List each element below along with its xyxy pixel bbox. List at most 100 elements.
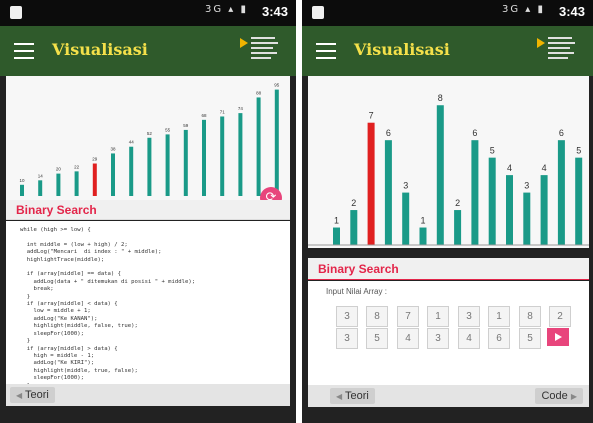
bar (220, 116, 225, 196)
hamburger-menu-icon[interactable] (316, 43, 336, 59)
bar-value-label: 71 (220, 109, 226, 114)
bar-value-label: 6 (472, 128, 477, 138)
bar (274, 89, 279, 196)
bar (165, 134, 170, 196)
bar (488, 157, 496, 245)
app-toolbar: Visualisasi (302, 26, 593, 76)
bar-value-label: 74 (238, 106, 244, 111)
bar-value-label: 5 (490, 146, 495, 156)
bar-value-label: 95 (274, 83, 280, 88)
bar (333, 227, 340, 245)
bar (384, 140, 392, 245)
array-value-input[interactable]: 3 (427, 328, 449, 349)
code-list-icon[interactable] (240, 36, 278, 64)
teori-button[interactable]: ◀ Teori (10, 387, 55, 403)
code-list-icon[interactable] (537, 36, 575, 64)
bar (506, 175, 513, 245)
bar-value-label: 55 (165, 127, 171, 132)
array-value-input[interactable]: 1 (488, 306, 510, 327)
section-title: Binary Search (6, 200, 290, 220)
bar (471, 140, 479, 245)
hamburger-menu-icon[interactable] (14, 43, 34, 59)
bottom-nav-bar: ◀ Teori (6, 384, 290, 406)
array-value-input[interactable]: 3 (458, 306, 480, 327)
right-phone-screen: 3G ▴ ▮ 3:43 Visualisasi 127631826543465 … (302, 0, 593, 423)
bar (557, 140, 565, 245)
array-value-input[interactable]: 6 (488, 328, 510, 349)
array-value-input[interactable]: 8 (519, 306, 541, 327)
bar (202, 119, 206, 196)
bar-value-label: 6 (559, 128, 564, 138)
section-title: Binary Search (308, 258, 589, 280)
bar-value-label: 20 (56, 167, 62, 172)
code-label: Code (541, 390, 568, 402)
app-title: Visualisasi (354, 40, 450, 59)
bar-chart-svg: 1 2 7 6 3 1 8 2 6 5 4 3 4 6 5 (308, 93, 589, 246)
bar (350, 210, 358, 245)
bar-value-label: 8 (438, 93, 443, 103)
bar-value-label: 2 (351, 198, 356, 208)
bar (540, 175, 548, 245)
bar (111, 153, 115, 196)
arrow-left-icon: ◀ (16, 391, 23, 400)
arrow-right-icon: ▶ (570, 392, 577, 401)
bar (129, 146, 134, 196)
bar-value-label: 22 (74, 164, 80, 169)
bar-value-label: 29 (92, 157, 98, 162)
teori-label: Teori (25, 389, 49, 401)
status-time: 3:43 (558, 4, 585, 19)
bar-value-label: 88 (256, 90, 262, 95)
bar (402, 192, 410, 245)
array-value-input[interactable]: 5 (366, 328, 388, 349)
bar (436, 105, 444, 245)
array-value-input[interactable]: 3 (336, 328, 358, 349)
teori-label: Teori (345, 390, 369, 402)
bar (56, 173, 61, 196)
bar-value-label: 14 (38, 173, 44, 178)
bar-value-label: 59 (183, 123, 189, 128)
bar-value-label: 7 (369, 111, 374, 121)
left-phone-screen: 3G ▴ ▮ 3:43 Visualisasi 10 14 20 22 29 38 44 52… (0, 0, 296, 423)
bar (575, 157, 583, 245)
app-title: Visualisasi (52, 40, 148, 59)
bar-value-label: 1 (420, 216, 425, 226)
unsorted-array-chart: 1 2 7 6 3 1 8 2 6 5 4 3 4 6 5 (308, 76, 589, 248)
app-toolbar: Visualisasi (0, 26, 296, 76)
teori-button[interactable]: ◀ Teori (330, 388, 375, 404)
array-value-input[interactable]: 4 (397, 328, 419, 349)
bar-value-label: 6 (386, 128, 391, 138)
bar-value-label: 38 (110, 146, 116, 151)
play-icon[interactable] (547, 328, 569, 346)
status-time: 3:43 (261, 4, 288, 19)
array-value-input[interactable]: 2 (549, 306, 571, 327)
input-label: Input Nilai Array : (326, 287, 387, 296)
bar (183, 129, 188, 196)
code-button[interactable]: Code ▶ (535, 388, 583, 404)
array-value-input[interactable]: 8 (366, 306, 388, 327)
bar (454, 210, 462, 245)
array-value-input[interactable]: 3 (336, 306, 358, 327)
array-value-input[interactable]: 4 (458, 328, 480, 349)
bar-value-label: 10 (19, 178, 25, 183)
bar-value-label: 1 (334, 216, 339, 226)
status-bar: 3G ▴ ▮ 3:43 (302, 0, 593, 26)
bottom-nav-bar: ◀ Teori Code ▶ (308, 385, 589, 407)
bar (419, 227, 427, 245)
array-value-input[interactable]: 5 (519, 328, 541, 349)
bar (38, 180, 43, 196)
array-value-input[interactable]: 7 (397, 306, 419, 327)
bar-value-label: 5 (576, 146, 581, 156)
notification-icon (312, 6, 324, 19)
bar-value-label: 52 (147, 131, 153, 136)
bar-value-label: 68 (201, 113, 207, 118)
bar (147, 137, 152, 196)
bar-value-label: 44 (129, 140, 135, 145)
bar-chart-svg: 10 14 20 22 29 38 44 52 55 59 68 71 74 88 95 (19, 83, 280, 196)
bar (20, 184, 24, 196)
network-label: 3G (501, 4, 521, 15)
array-value-input[interactable]: 1 (427, 306, 449, 327)
bar-value-label: 2 (455, 198, 460, 208)
status-bar: 3G ▴ ▮ 3:43 (0, 0, 296, 26)
network-indicator: 3G ▴ ▮ (204, 4, 248, 15)
bar (238, 113, 243, 196)
